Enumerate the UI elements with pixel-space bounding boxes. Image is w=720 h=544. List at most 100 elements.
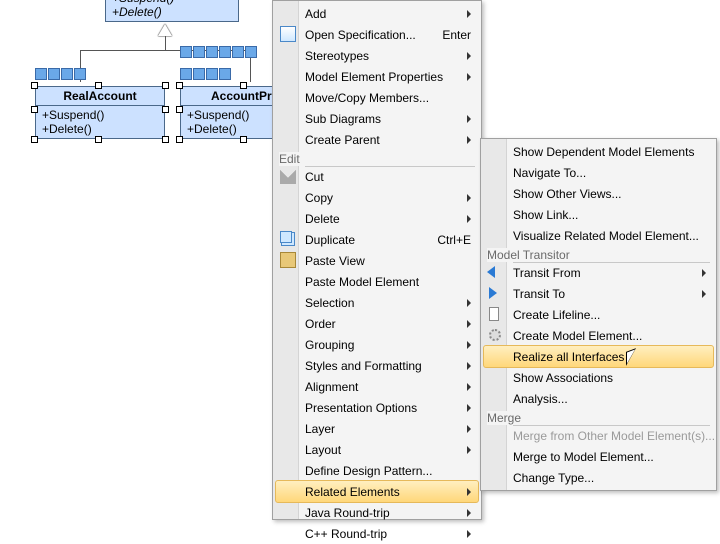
- menu-item-label: Layer: [305, 422, 449, 436]
- menu-item-create-parent[interactable]: Create Parent: [275, 129, 479, 150]
- menu-item-show-dependent-model-elements[interactable]: Show Dependent Model Elements: [483, 141, 714, 162]
- menu-item-layer[interactable]: Layer: [275, 418, 479, 439]
- menu-item-label: Create Model Element...: [513, 329, 706, 343]
- submenu-arrow-icon: [467, 215, 471, 223]
- menu-item-label: Paste Model Element: [305, 275, 471, 289]
- menu-item-show-associations[interactable]: Show Associations: [483, 367, 714, 388]
- operation: +Delete(): [42, 122, 158, 136]
- menu-item-open-specification[interactable]: Open Specification... Enter: [275, 24, 479, 45]
- menu-item-layout[interactable]: Layout: [275, 439, 479, 460]
- menu-item-change-type[interactable]: Change Type...: [483, 467, 714, 488]
- menu-item-label: Cut: [305, 170, 471, 184]
- menu-shortcut: Enter: [442, 28, 471, 42]
- menu-item-label: Sub Diagrams: [305, 112, 449, 126]
- menu-item-label: Duplicate: [305, 233, 413, 247]
- menu-item-label: Delete: [305, 212, 449, 226]
- menu-item-grouping[interactable]: Grouping: [275, 334, 479, 355]
- menu-item-define-design-pattern[interactable]: Define Design Pattern...: [275, 460, 479, 481]
- operation: +Delete(): [112, 5, 232, 19]
- menu-item-styles-and-formatting[interactable]: Styles and Formatting: [275, 355, 479, 376]
- menu-item-paste-model-element[interactable]: Paste Model Element: [275, 271, 479, 292]
- menu-item-stereotypes[interactable]: Stereotypes: [275, 45, 479, 66]
- submenu-arrow-icon: [467, 73, 471, 81]
- menu-item-c-round-trip[interactable]: C++ Round-trip: [275, 523, 479, 544]
- submenu-arrow-icon: [467, 341, 471, 349]
- menu-item-transit-to[interactable]: Transit To: [483, 283, 714, 304]
- menu-item-add[interactable]: Add: [275, 3, 479, 24]
- doc-icon: [280, 26, 296, 42]
- menu-item-label: Alignment: [305, 380, 449, 394]
- paste-icon: [280, 252, 296, 268]
- shape-toolbar[interactable]: [180, 46, 257, 58]
- menu-item-label: Grouping: [305, 338, 449, 352]
- menu-item-analysis[interactable]: Analysis...: [483, 388, 714, 409]
- operation: +Suspend(): [42, 108, 158, 122]
- submenu-related-elements[interactable]: Show Dependent Model Elements Navigate To…: [480, 138, 717, 491]
- menu-item-sub-diagrams[interactable]: Sub Diagrams: [275, 108, 479, 129]
- cut-icon: [280, 168, 296, 184]
- submenu-arrow-icon: [467, 299, 471, 307]
- submenu-arrow-icon: [467, 530, 471, 538]
- menu-item-model-element-properties[interactable]: Model Element Properties: [275, 66, 479, 87]
- submenu-arrow-icon: [467, 320, 471, 328]
- menu-item-label: Transit From: [513, 266, 684, 280]
- submenu-arrow-icon: [702, 290, 706, 298]
- menu-item-label: Create Parent: [305, 133, 449, 147]
- submenu-arrow-icon: [467, 404, 471, 412]
- uml-class-realaccount[interactable]: RealAccount +Suspend() +Delete(): [35, 86, 165, 139]
- context-menu[interactable]: Add Open Specification... Enter Stereotypes…: [272, 0, 482, 520]
- uml-class-parent[interactable]: +Create() +Suspend() +Delete(): [105, 0, 239, 22]
- submenu-arrow-icon: [467, 136, 471, 144]
- submenu-arrow-icon: [467, 446, 471, 454]
- menu-item-label: Selection: [305, 296, 449, 310]
- menu-item-label: C++ Round-trip: [305, 527, 449, 541]
- menu-item-label: Copy: [305, 191, 449, 205]
- submenu-arrow-icon: [467, 115, 471, 123]
- menu-item-label: Java Round-trip: [305, 506, 449, 520]
- submenu-arrow-icon: [467, 425, 471, 433]
- menu-shortcut: Ctrl+E: [437, 233, 471, 247]
- menu-item-label: Styles and Formatting: [305, 359, 449, 373]
- menu-item-label: Define Design Pattern...: [305, 464, 471, 478]
- menu-item-label: Add: [305, 7, 449, 21]
- dup-icon: [280, 231, 292, 243]
- menu-item-duplicate[interactable]: Duplicate Ctrl+E: [275, 229, 479, 250]
- menu-item-navigate-to[interactable]: Navigate To...: [483, 162, 714, 183]
- menu-section-heading: Merge: [487, 411, 525, 425]
- selection-group: RealAccount +Suspend() +Delete(): [35, 86, 165, 139]
- menu-item-realize-all-interfaces[interactable]: Realize all Interfaces: [483, 345, 714, 368]
- menu-item-presentation-options[interactable]: Presentation Options: [275, 397, 479, 418]
- menu-item-label: Open Specification...: [305, 28, 418, 42]
- submenu-arrow-icon: [467, 10, 471, 18]
- arrow-r-icon: [489, 287, 497, 299]
- menu-item-cut[interactable]: Cut: [275, 166, 479, 187]
- menu-item-copy[interactable]: Copy: [275, 187, 479, 208]
- menu-item-paste-view[interactable]: Paste View: [275, 250, 479, 271]
- menu-item-order[interactable]: Order: [275, 313, 479, 334]
- menu-item-show-link[interactable]: Show Link...: [483, 204, 714, 225]
- menu-item-move-copy-members[interactable]: Move/Copy Members...: [275, 87, 479, 108]
- menu-item-label: Navigate To...: [513, 166, 706, 180]
- menu-item-selection[interactable]: Selection: [275, 292, 479, 313]
- menu-item-label: Show Link...: [513, 208, 706, 222]
- shape-toolbar[interactable]: [180, 68, 231, 80]
- menu-item-label: Presentation Options: [305, 401, 449, 415]
- submenu-arrow-icon: [467, 488, 471, 496]
- menu-item-delete[interactable]: Delete: [275, 208, 479, 229]
- menu-item-label: Create Lifeline...: [513, 308, 706, 322]
- shape-toolbar[interactable]: [35, 68, 86, 80]
- menu-item-visualize-related-model-element[interactable]: Visualize Related Model Element...: [483, 225, 714, 246]
- menu-item-merge-to-model-element[interactable]: Merge to Model Element...: [483, 446, 714, 467]
- menu-item-create-lifeline[interactable]: Create Lifeline...: [483, 304, 714, 325]
- menu-item-related-elements[interactable]: Related Elements: [275, 480, 479, 503]
- arrow-l-icon: [487, 266, 495, 278]
- menu-item-label: Show Associations: [513, 371, 706, 385]
- diagram-canvas[interactable]: +Create() +Suspend() +Delete() RealAccou…: [0, 0, 720, 520]
- menu-item-transit-from[interactable]: Transit From: [483, 262, 714, 283]
- menu-section-heading: Model Transitor: [487, 248, 574, 262]
- menu-item-label: Realize all Interfaces: [513, 350, 706, 364]
- menu-item-create-model-element[interactable]: Create Model Element...: [483, 325, 714, 346]
- menu-item-show-other-views[interactable]: Show Other Views...: [483, 183, 714, 204]
- menu-item-alignment[interactable]: Alignment: [275, 376, 479, 397]
- menu-item-merge-from-other-model-element-s: Merge from Other Model Element(s)...: [483, 425, 714, 446]
